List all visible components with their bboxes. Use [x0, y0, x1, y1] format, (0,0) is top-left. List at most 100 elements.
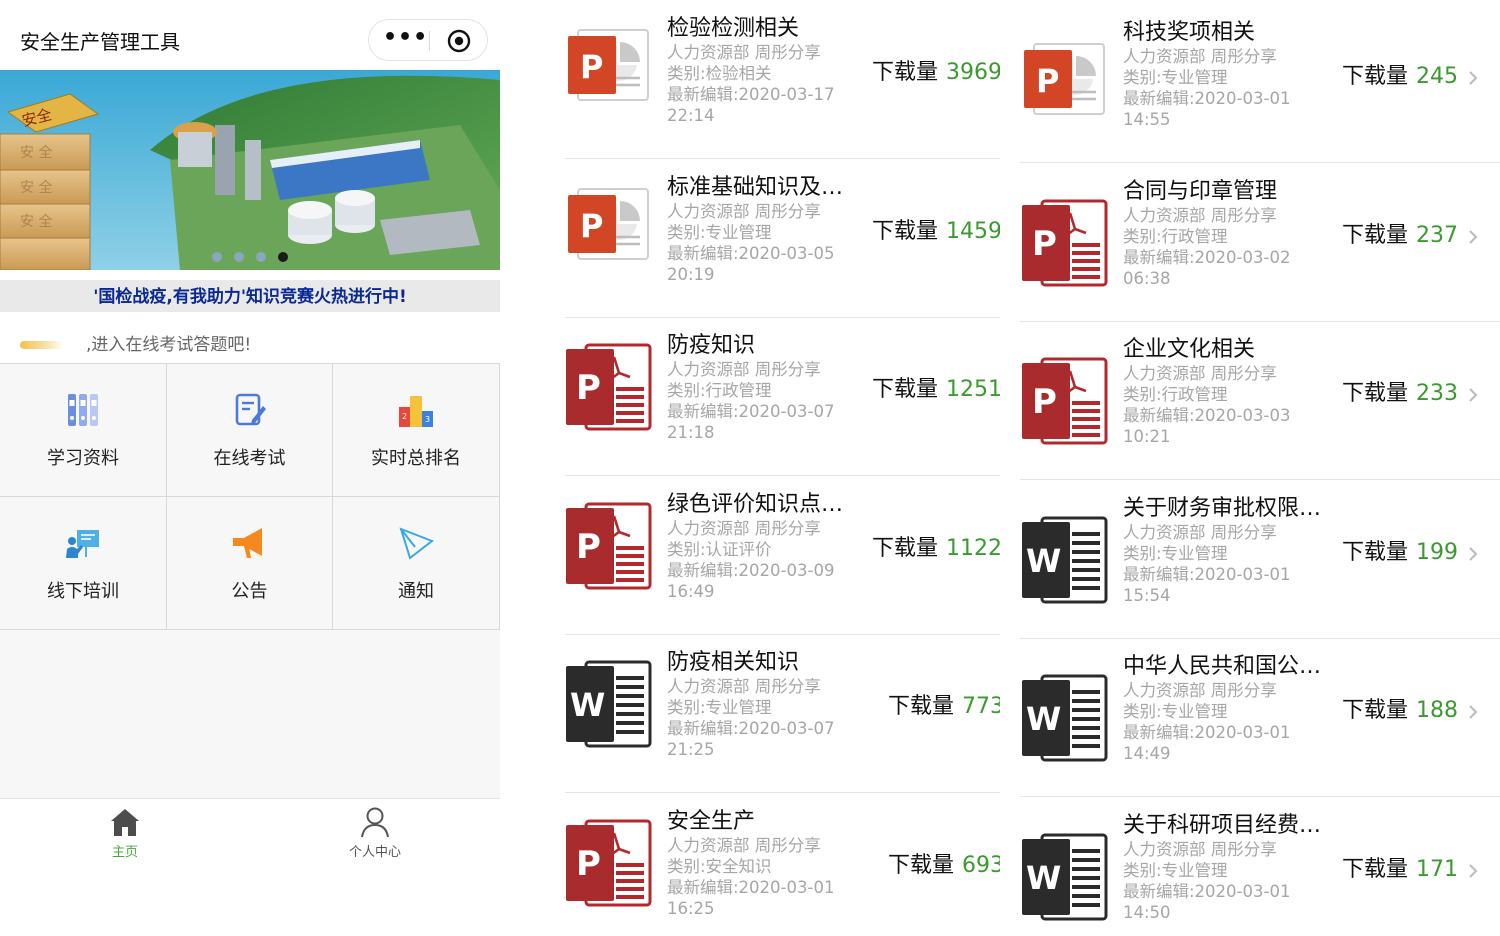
document-author: 人力资源部 周彤分享	[667, 201, 821, 221]
document-author: 人力资源部 周彤分享	[667, 360, 821, 379]
carousel-dot[interactable]	[212, 252, 222, 262]
download-label: 下载量	[1342, 64, 1409, 89]
document-category: 类别:安全知识	[667, 856, 772, 876]
document-category: 类别:专业管理	[1123, 702, 1228, 721]
document-time: 20:19	[667, 264, 715, 284]
word-icon: W	[1020, 674, 1110, 764]
menu-ranking[interactable]: 2 3 实时总排名	[333, 364, 500, 497]
presentation-icon	[66, 530, 99, 558]
binders-icon	[68, 394, 98, 426]
download-count: 下载量 693	[888, 847, 1000, 879]
document-row[interactable]: W 中华人民共和国公… 人力资源部 周彤分享 类别:专业管理 最新编辑:2020-03-…	[1020, 638, 1500, 797]
document-time: 10:21	[1123, 427, 1171, 446]
mini-program-capsule: •••	[368, 19, 488, 61]
document-edited: 最新编辑:2020-03-07	[667, 719, 835, 738]
menu-label: 在线考试	[213, 448, 286, 469]
document-author: 人力资源部 周彤分享	[1123, 522, 1277, 542]
document-row[interactable]: P 合同与印章管理 人力资源部 周彤分享 类别:行政管理 最新编辑:2020-03-02…	[1020, 163, 1500, 322]
download-label: 下载量	[1342, 856, 1409, 882]
menu-notification[interactable]: 通知	[333, 497, 500, 630]
notice-marquee[interactable]: '国检战疫,有我助力'知识竞赛火热进行中!	[0, 280, 500, 312]
download-count: 下载量 199	[1342, 534, 1458, 566]
document-author: 人力资源部 周彤分享	[1123, 839, 1277, 859]
document-row[interactable]: P 标准基础知识及… 人力资源部 周彤分享 类别:专业管理 最新编辑:2020-03-0…	[500, 159, 1020, 318]
title-bar: 安全生产管理工具 •••	[0, 0, 500, 70]
document-time: 14:49	[1123, 744, 1171, 763]
document-row[interactable]: P 科技奖项相关 人力资源部 周彤分享 类别:专业管理 最新编辑:2020-03-01 1…	[1020, 4, 1500, 163]
feature-grid: 学习资料 在线考试 2 3 实时总排名 线下培训 公告 通知	[0, 363, 500, 630]
carousel-dot-active[interactable]	[278, 252, 288, 262]
document-title: 绿色评价知识点…	[667, 491, 844, 517]
word-icon: W	[1020, 516, 1110, 606]
document-row[interactable]: W 关于科研项目经费… 人力资源部 周彤分享 类别:专业管理 最新编辑:2020-03-…	[1020, 797, 1500, 936]
person-icon	[361, 807, 389, 838]
document-list-right: P 科技奖项相关 人力资源部 周彤分享 类别:专业管理 最新编辑:2020-03-01 1…	[1020, 0, 1500, 936]
ppt-icon: P	[564, 185, 654, 275]
download-number: 1459	[946, 218, 1000, 244]
carousel-dot[interactable]	[234, 252, 244, 262]
home-icon	[111, 809, 139, 836]
chevron-right-icon	[1469, 71, 1478, 85]
more-dots-icon[interactable]: •••	[383, 27, 427, 52]
document-title: 检验检测相关	[667, 16, 800, 41]
document-title: 标准基础知识及…	[667, 174, 844, 200]
download-count: 下载量 1459	[872, 213, 1000, 245]
chevron-right-icon	[1469, 388, 1478, 402]
document-row[interactable]: W 关于财务审批权限… 人力资源部 周彤分享 类别:专业管理 最新编辑:2020-03-…	[1020, 480, 1500, 639]
document-title: 关于财务审批权限…	[1123, 495, 1322, 521]
document-author: 人力资源部 周彤分享	[1123, 364, 1277, 383]
download-number: 199	[1416, 539, 1459, 565]
menu-label: 学习资料	[47, 448, 119, 469]
app-title: 安全生产管理工具	[20, 30, 180, 54]
document-row[interactable]: W 防疫相关知识 人力资源部 周彤分享 类别:专业管理 最新编辑:2020-03-07 2…	[500, 634, 1020, 793]
svg-text:3: 3	[425, 415, 430, 424]
document-row[interactable]: P 检验检测相关 人力资源部 周彤分享 类别:检验相关 最新编辑:2020-03-17 2…	[500, 0, 1020, 159]
download-count: 下载量 1251	[872, 371, 1000, 403]
document-author: 人力资源部 周彤分享	[1123, 681, 1277, 700]
document-title: 企业文化相关	[1123, 337, 1256, 362]
carousel-dot[interactable]	[256, 252, 266, 262]
menu-offline-training[interactable]: 线下培训	[0, 497, 167, 630]
banner-image: 安全 安 全 安 全 安 全	[0, 70, 500, 270]
tab-profile[interactable]: 个人中心	[325, 805, 425, 860]
target-circle-icon[interactable]	[447, 29, 471, 53]
download-number: 171	[1416, 856, 1459, 882]
document-row[interactable]: P 绿色评价知识点… 人力资源部 周彤分享 类别:认证评价 最新编辑:2020-03-0…	[500, 476, 1020, 635]
svg-text:P: P	[580, 48, 603, 86]
document-category: 类别:专业管理	[667, 222, 772, 242]
word-icon: W	[1020, 833, 1110, 923]
document-time: 06:38	[1123, 268, 1171, 288]
podium-icon: 2 3	[399, 396, 433, 427]
banner-carousel[interactable]: 安全 安 全 安 全 安 全	[0, 70, 500, 270]
pdf-icon: P	[1020, 199, 1110, 289]
pdf-icon: P	[564, 502, 654, 592]
menu-announcement[interactable]: 公告	[167, 497, 333, 630]
document-row[interactable]: P 企业文化相关 人力资源部 周彤分享 类别:行政管理 最新编辑:2020-03-03 1…	[1020, 321, 1500, 480]
document-time: 16:49	[667, 581, 715, 601]
download-label: 下载量	[1342, 222, 1409, 248]
tab-home[interactable]: 主页	[75, 805, 175, 860]
menu-online-exam[interactable]: 在线考试	[167, 364, 333, 497]
document-category: 类别:行政管理	[667, 381, 772, 400]
document-time: 22:14	[667, 106, 715, 125]
download-number: 693	[962, 852, 1000, 878]
download-label: 下载量	[1342, 539, 1409, 565]
download-number: 1122	[946, 535, 1000, 561]
svg-text:W: W	[1026, 700, 1061, 738]
pdf-icon: P	[564, 819, 654, 909]
document-edited: 最新编辑:2020-03-17	[667, 85, 835, 104]
document-row[interactable]: P 安全生产 人力资源部 周彤分享 类别:安全知识 最新编辑:2020-03-01 16:…	[500, 793, 1020, 936]
ppt-icon: P	[1020, 40, 1110, 130]
document-author: 人力资源部 周彤分享	[1123, 205, 1277, 225]
document-author: 人力资源部 周彤分享	[667, 677, 821, 696]
document-row[interactable]: P 防疫知识 人力资源部 周彤分享 类别:行政管理 最新编辑:2020-03-07 21:…	[500, 317, 1020, 476]
menu-label: 线下培训	[47, 581, 119, 602]
document-category: 类别:专业管理	[667, 698, 772, 717]
exam-hint-text: ,进入在线考试答题吧!	[86, 335, 252, 355]
download-count: 下载量 1122	[872, 530, 1000, 562]
banner-block-text: 安 全	[20, 179, 52, 196]
download-count: 下载量 245	[1342, 58, 1458, 90]
menu-study-materials[interactable]: 学习资料	[0, 364, 167, 497]
tab-label: 主页	[111, 845, 138, 860]
chevron-right-icon	[1469, 705, 1478, 719]
